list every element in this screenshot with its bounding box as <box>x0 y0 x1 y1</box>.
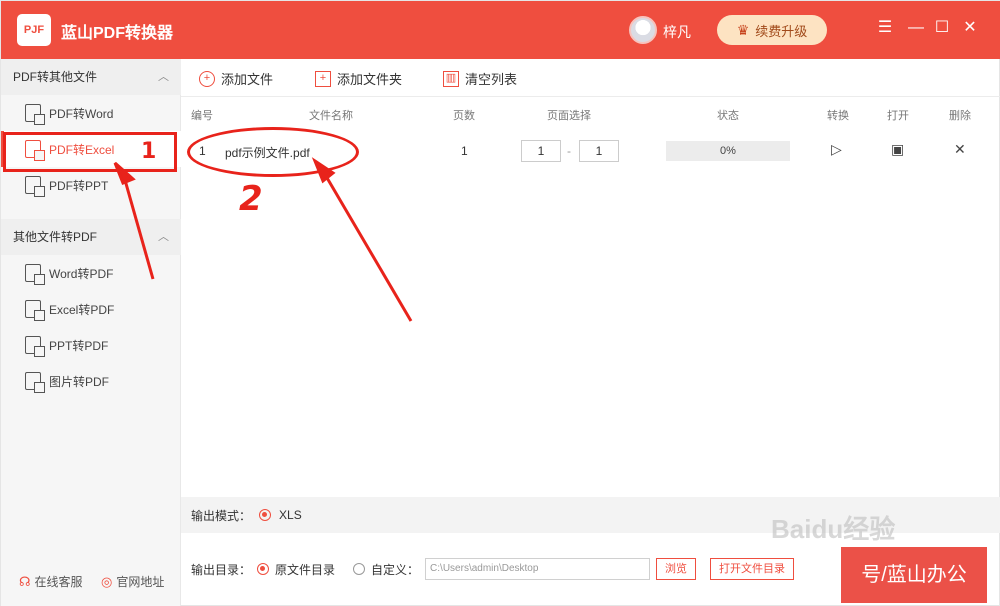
watermark-banner: 号/蓝山办公 <box>841 547 987 603</box>
annotation-arrow-2 <box>321 170 413 322</box>
app-window: PJF 蓝山PDF转换器 梓凡 ♛ 续费升级 ☰ — ☐ ✕ PDF转其他文件 … <box>0 0 1000 606</box>
baidu-watermark: Baidu经验 <box>771 514 896 544</box>
annotation-arrow-1 <box>121 172 155 280</box>
annotation-arrowhead-1 <box>113 161 136 185</box>
annotation-arrowhead-2 <box>311 157 336 184</box>
